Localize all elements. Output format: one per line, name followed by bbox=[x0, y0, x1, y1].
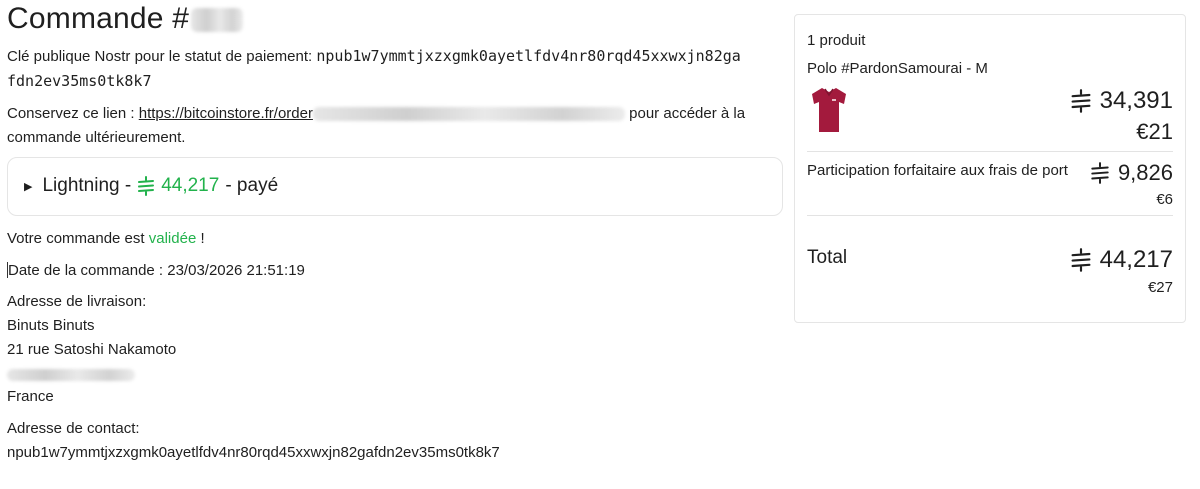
shipping-street: 21 rue Satoshi Nakamoto bbox=[7, 341, 177, 358]
total-eur: €27 bbox=[1147, 279, 1173, 296]
shipping-fee-eur: €6 bbox=[1156, 191, 1173, 208]
shipping-country: France bbox=[7, 388, 54, 405]
keep-link-suffix: pour accéder à la bbox=[629, 105, 746, 122]
divider bbox=[807, 215, 1173, 216]
order-status: Votre commande est validée ! bbox=[7, 230, 205, 247]
nostr-key-block: Clé publique Nostr pour le statut de pai… bbox=[7, 44, 787, 94]
npub-value-cont: fdn2ev35ms0tk8k7 bbox=[7, 72, 152, 90]
shipping-name: Binuts Binuts bbox=[7, 317, 95, 334]
payment-status: - payé bbox=[225, 175, 279, 196]
payment-method: Lightning - bbox=[42, 175, 132, 196]
order-summary: 1 produit Polo #PardonSamourai - M 34,39… bbox=[794, 14, 1186, 323]
shipping-fee-sats: 9,826 bbox=[1090, 160, 1173, 186]
order-link-redacted bbox=[312, 107, 625, 122]
product-price-sats: 34,391 bbox=[1070, 87, 1173, 115]
page-title: Commande # bbox=[7, 2, 244, 36]
product-count: 1 produit bbox=[807, 32, 866, 49]
product-name: Polo #PardonSamourai - M bbox=[807, 60, 988, 77]
payment-amount: 44,217 bbox=[161, 175, 220, 196]
shipping-label: Adresse de livraison: bbox=[7, 293, 147, 310]
order-number-redacted bbox=[191, 8, 244, 33]
npub-value: npub1w7ymmtjxzxgmk0ayetlfdv4nr80rqd45xxw… bbox=[316, 47, 741, 65]
total-sats: 44,217 bbox=[1070, 246, 1173, 274]
keep-link-suffix-2: commande ultérieurement. bbox=[7, 129, 186, 146]
status-validated: validée bbox=[148, 230, 197, 247]
payment-details-toggle[interactable]: ▶ Lightning - 44,217 - payé bbox=[7, 157, 783, 216]
satoshi-symbol-icon bbox=[1071, 248, 1091, 272]
contact-label: Adresse de contact: bbox=[7, 420, 140, 437]
divider bbox=[807, 151, 1173, 152]
shipping-city-redacted bbox=[7, 366, 135, 383]
contact-value: npub1w7ymmtjxzxgmk0ayetlfdv4nr80rqd45xxw… bbox=[7, 444, 500, 461]
product-price-eur: €21 bbox=[1136, 119, 1173, 144]
satoshi-symbol-icon bbox=[1071, 89, 1091, 113]
satoshi-symbol-icon bbox=[138, 176, 155, 196]
order-date: Date de la commande : 23/03/2026 21:51:1… bbox=[7, 262, 305, 279]
satoshi-symbol-icon bbox=[1091, 162, 1109, 184]
polo-shirt-icon bbox=[812, 88, 846, 132]
triangle-right-icon: ▶ bbox=[24, 180, 33, 193]
keep-link-label: Conservez ce lien : bbox=[7, 105, 135, 122]
order-link-block: Conservez ce lien : https://bitcoinstore… bbox=[7, 102, 787, 150]
total-label: Total bbox=[807, 247, 848, 268]
order-link[interactable]: https://bitcoinstore.fr/order bbox=[139, 105, 313, 122]
npub-label: Clé publique Nostr pour le statut de pai… bbox=[7, 48, 313, 65]
shipping-fee-label: Participation forfaitaire aux frais de p… bbox=[807, 162, 1068, 179]
